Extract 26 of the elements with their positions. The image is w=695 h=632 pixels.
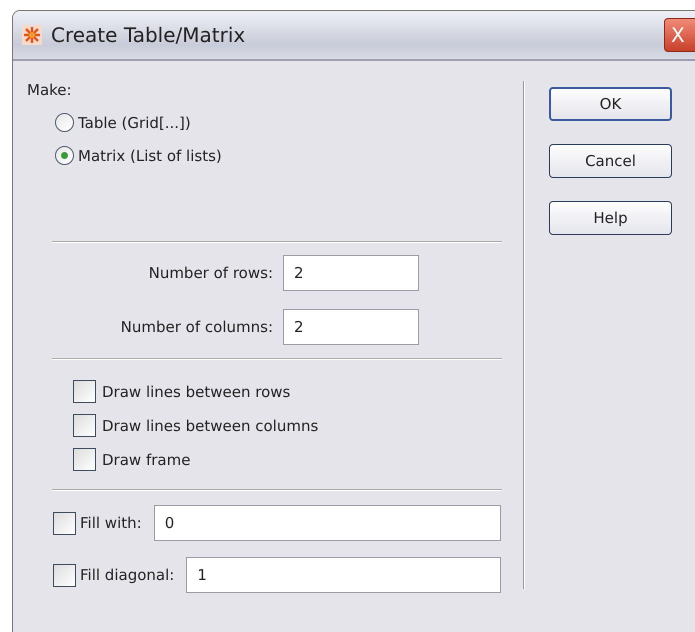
radio-button[interactable] — [55, 113, 74, 132]
checkbox[interactable] — [73, 380, 96, 403]
checkbox-label: Draw frame — [102, 450, 190, 468]
checkbox[interactable] — [73, 448, 96, 471]
checkbox-label: Fill with: — [80, 514, 142, 532]
field-label: Number of rows: — [148, 264, 273, 282]
field-label: Number of columns: — [120, 318, 273, 336]
dialog-button[interactable]: Cancel — [549, 144, 672, 178]
radio-label: Matrix (List of lists) — [78, 146, 222, 164]
checkbox-label: Draw lines between rows — [102, 382, 290, 400]
checkbox[interactable] — [73, 414, 96, 437]
value-field[interactable]: 1 — [186, 557, 501, 593]
dialog-button[interactable]: Help — [549, 201, 672, 235]
dialog-button[interactable]: OK — [549, 87, 672, 121]
app-icon — [21, 24, 43, 46]
radio-label: Table (Grid[...]) — [78, 114, 191, 132]
checkbox[interactable] — [53, 564, 76, 586]
number-field[interactable]: 2 — [283, 255, 419, 291]
radio-button[interactable] — [55, 146, 74, 165]
number-field[interactable]: 2 — [283, 309, 419, 345]
checkbox-label: Fill diagonal: — [80, 566, 174, 584]
checkbox-label: Draw lines between columns — [102, 416, 318, 434]
checkbox[interactable] — [53, 512, 76, 534]
value-field[interactable]: 0 — [154, 505, 501, 541]
make-label: Make: — [27, 81, 73, 99]
window-title: Create Table/Matrix — [51, 23, 246, 47]
